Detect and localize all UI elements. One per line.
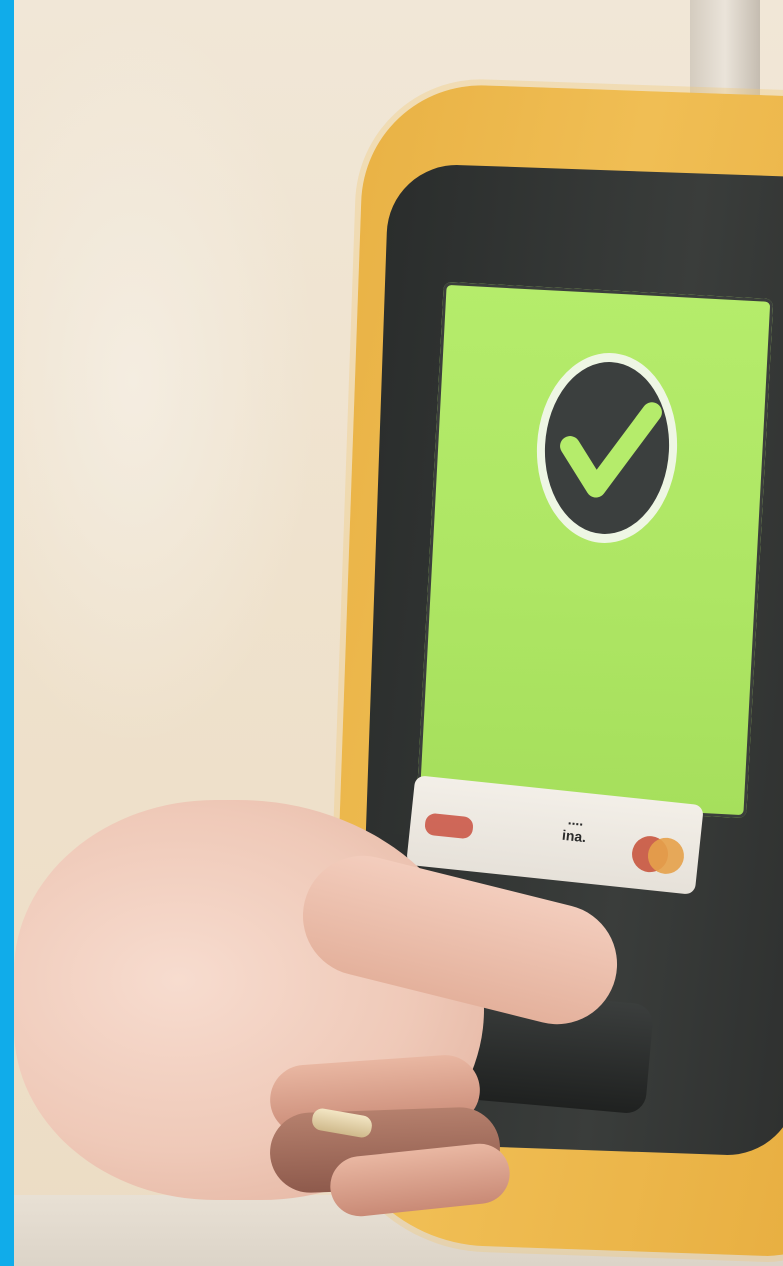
checkmark-circle-icon	[527, 344, 687, 552]
mastercard-logo-icon	[626, 829, 690, 881]
photo-scene: .... ina.	[0, 0, 783, 1266]
accent-bar	[0, 0, 14, 1266]
